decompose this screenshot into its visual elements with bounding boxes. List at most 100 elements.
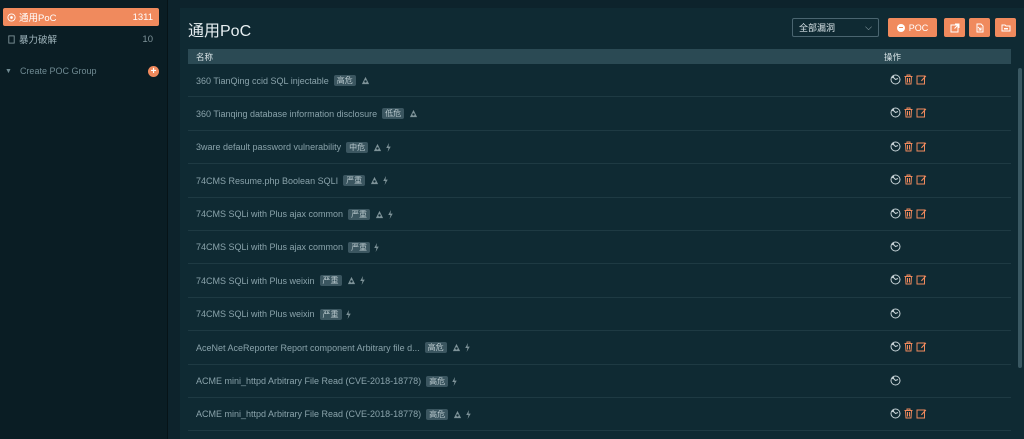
edit-icon[interactable] xyxy=(916,208,927,219)
poc-name[interactable]: 3ware default password vulnerability xyxy=(196,142,341,152)
row-name-cell: 74CMS SQLi with Plus weixin 严重 xyxy=(196,275,366,287)
row-actions xyxy=(890,174,929,185)
row-actions xyxy=(890,74,929,85)
delete-icon[interactable] xyxy=(903,274,914,285)
edit-icon[interactable] xyxy=(916,274,927,285)
run-icon[interactable] xyxy=(890,174,901,185)
run-icon[interactable] xyxy=(890,274,901,285)
table-row[interactable]: ACME mini_httpd Arbitrary File Read (CVE… xyxy=(188,398,1011,432)
minus-circle-icon xyxy=(896,23,905,32)
edit-icon[interactable] xyxy=(916,408,927,419)
run-icon[interactable] xyxy=(890,107,901,118)
caret-down-icon: ▼ xyxy=(5,67,12,75)
poc-name[interactable]: 74CMS Resume.php Boolean SQLI xyxy=(196,176,338,186)
bolt-icon xyxy=(464,343,470,353)
poc-mark-icon xyxy=(347,277,355,285)
poc-name[interactable]: 360 TianQing ccid SQL injectable xyxy=(196,76,329,86)
table-row[interactable]: 360 Tianqing database information disclo… xyxy=(188,97,1011,131)
row-actions xyxy=(890,408,929,419)
row-name-cell: 74CMS SQLi with Plus ajax common 严重 xyxy=(196,241,380,253)
edit-icon[interactable] xyxy=(916,174,927,185)
poc-name[interactable]: 74CMS SQLi with Plus ajax common xyxy=(196,209,343,219)
poc-mark-icon xyxy=(452,344,460,352)
row-name-cell: AceNet AceReporter Report component Arbi… xyxy=(196,342,471,354)
delete-icon[interactable] xyxy=(903,107,914,118)
import-button[interactable] xyxy=(969,18,990,37)
main-panel: 通用PoC 全部漏洞 ⌵ POC 名称 操作 360 TianQing ccid… xyxy=(180,8,1024,439)
page-title: 通用PoC xyxy=(188,23,252,40)
table-row[interactable]: 74CMS SQLi with Plus weixin 严重 xyxy=(188,264,1011,298)
table-row[interactable]: 74CMS Resume.php Boolean SQLI 严重 xyxy=(188,164,1011,198)
row-actions xyxy=(890,341,929,352)
sidebar-item-general-poc[interactable]: 通用PoC 1311 xyxy=(3,8,159,26)
delete-icon[interactable] xyxy=(903,174,914,185)
run-icon[interactable] xyxy=(890,208,901,219)
poc-name[interactable]: ACME mini_httpd Arbitrary File Read (CVE… xyxy=(196,376,421,386)
delete-icon[interactable] xyxy=(903,141,914,152)
severity-badge: 严重 xyxy=(319,275,342,287)
poc-name[interactable]: 74CMS SQLi with Plus weixin xyxy=(196,309,315,319)
table-row[interactable]: 74CMS SQLi with Plus weixin 严重 xyxy=(188,298,1011,332)
folder-button[interactable] xyxy=(995,18,1016,37)
delete-icon[interactable] xyxy=(903,408,914,419)
bolt-icon xyxy=(374,242,379,252)
table-row[interactable]: ACME mini_httpd Arbitrary File Read (CVE… xyxy=(188,365,1011,398)
run-icon[interactable] xyxy=(890,375,901,386)
row-name-cell: 360 Tianqing database information disclo… xyxy=(196,108,418,120)
poc-mark-icon xyxy=(361,76,369,85)
export-button[interactable] xyxy=(944,18,965,37)
poc-name[interactable]: ACME mini_httpd Arbitrary File Read (CVE… xyxy=(196,409,421,419)
run-icon[interactable] xyxy=(890,74,901,85)
column-header-actions: 操作 xyxy=(884,52,902,62)
severity-badge: 高危 xyxy=(333,75,356,86)
severity-badge: 高危 xyxy=(424,342,447,354)
bolt-icon xyxy=(452,376,457,386)
table-row[interactable]: 360 TianQing ccid SQL injectable 高危 xyxy=(188,64,1011,98)
sidebar-item-brute-force[interactable]: 暴力破解 10 xyxy=(3,30,159,48)
delete-icon[interactable] xyxy=(903,341,914,352)
severity-badge: 严重 xyxy=(348,241,371,253)
poc-icon xyxy=(7,12,16,22)
create-poc-group-label: Create POC Group xyxy=(19,66,97,76)
create-poc-group[interactable]: ▼ Create POC Group + xyxy=(3,63,161,79)
poc-mark-icon xyxy=(454,410,462,419)
poc-mark-icon xyxy=(375,210,384,218)
bolt-icon xyxy=(345,309,351,319)
sidebar: 通用PoC 1311 暴力破解 10 ▼ Create POC Group + xyxy=(0,0,168,439)
chevron-down-icon: ⌵ xyxy=(865,22,872,32)
delete-icon[interactable] xyxy=(903,74,914,85)
poc-name[interactable]: 74CMS SQLi with Plus ajax common xyxy=(196,242,343,252)
row-actions xyxy=(890,241,903,252)
add-group-button[interactable]: + xyxy=(148,65,159,77)
severity-badge: 高危 xyxy=(426,408,449,420)
severity-badge: 中危 xyxy=(346,141,369,153)
import-file-icon xyxy=(976,23,983,32)
poc-name[interactable]: 360 Tianqing database information disclo… xyxy=(196,109,377,119)
row-actions xyxy=(890,208,929,219)
poc-name[interactable]: 74CMS SQLi with Plus weixin xyxy=(196,276,315,286)
table-row[interactable]: 74CMS SQLi with Plus ajax common 严重 xyxy=(188,231,1011,265)
run-icon[interactable] xyxy=(890,408,901,419)
scrollbar[interactable] xyxy=(1018,68,1022,368)
run-icon[interactable] xyxy=(890,308,901,319)
edit-icon[interactable] xyxy=(916,341,927,352)
delete-icon[interactable] xyxy=(903,208,914,219)
severity-badge: 低危 xyxy=(382,108,405,120)
edit-icon[interactable] xyxy=(916,141,927,152)
table-row[interactable]: AceNet AceReporter Report component Arbi… xyxy=(188,331,1011,365)
row-name-cell: ACME mini_httpd Arbitrary File Read (CVE… xyxy=(196,408,472,420)
edit-icon[interactable] xyxy=(916,74,927,85)
table-row[interactable]: 74CMS SQLi with Plus ajax common 严重 xyxy=(188,198,1011,231)
poc-name[interactable]: AceNet AceReporter Report component Arbi… xyxy=(196,343,420,353)
vuln-filter-select[interactable]: 全部漏洞 ⌵ xyxy=(792,18,879,37)
add-poc-button[interactable]: POC xyxy=(888,18,937,37)
run-icon[interactable] xyxy=(890,241,901,252)
severity-badge: 高危 xyxy=(426,375,449,387)
table-row[interactable]: 3ware default password vulnerability 中危 xyxy=(188,131,1011,165)
file-icon xyxy=(8,34,15,44)
poc-mark-icon xyxy=(370,177,379,185)
edit-icon[interactable] xyxy=(916,107,927,118)
run-icon[interactable] xyxy=(890,141,901,152)
run-icon[interactable] xyxy=(890,341,901,352)
row-actions xyxy=(890,308,903,319)
